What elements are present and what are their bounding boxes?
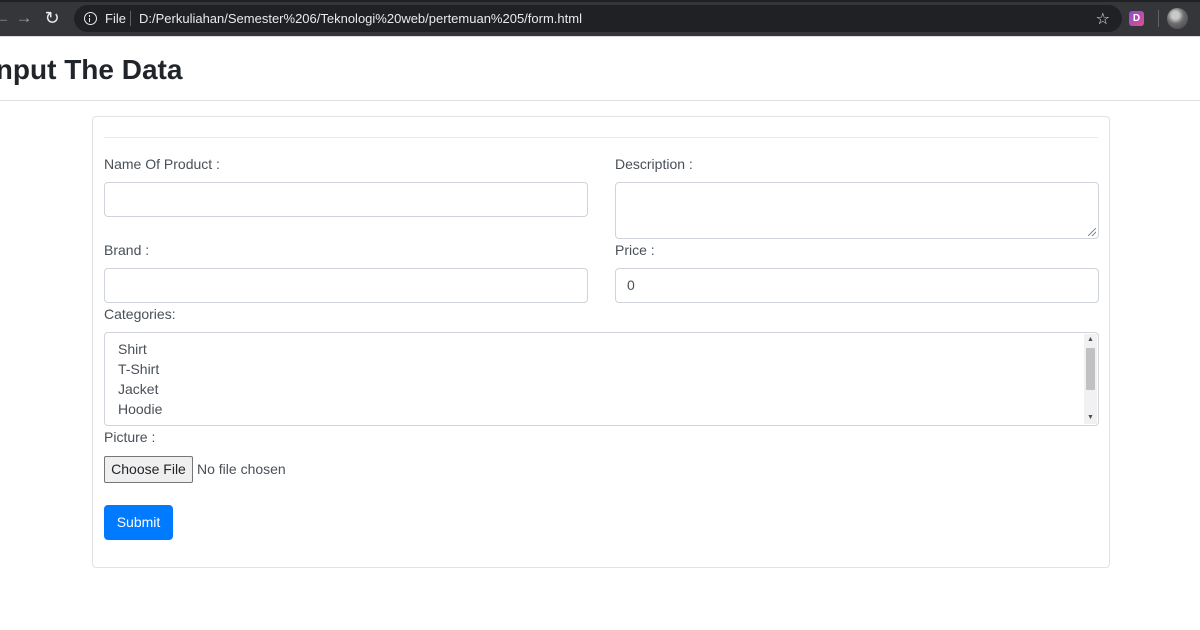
forward-button[interactable]: → — [14, 8, 34, 28]
category-option-shirt[interactable]: Shirt — [118, 341, 147, 357]
address-bar[interactable]: File D:/Perkuliahan/Semester%206/Teknolo… — [74, 5, 1122, 32]
scroll-up-icon[interactable]: ▲ — [1084, 334, 1097, 346]
file-status-text: No file chosen — [197, 461, 286, 477]
toolbar-divider — [0, 36, 1200, 37]
picture-label: Picture : — [104, 429, 156, 445]
price-label: Price : — [615, 242, 655, 258]
description-label: Description : — [615, 156, 693, 172]
browser-toolbar: ← → ↻ File D:/Perkuliahan/Semester%206/T… — [0, 0, 1200, 36]
categories-label: Categories: — [104, 306, 176, 322]
url-text[interactable]: D:/Perkuliahan/Semester%206/Teknologi%20… — [139, 11, 582, 26]
category-option-hoodie[interactable]: Hoodie — [118, 401, 162, 417]
product-form-card: Name Of Product : Description : Brand : … — [92, 116, 1110, 568]
star-icon[interactable]: ☆ — [1096, 9, 1110, 29]
resize-grip-icon[interactable] — [1088, 228, 1096, 236]
scheme-label: File — [105, 11, 126, 26]
scroll-down-icon[interactable]: ▼ — [1084, 412, 1097, 424]
toolbar-separator — [1158, 10, 1159, 27]
address-separator — [130, 11, 131, 26]
categories-select[interactable]: Shirt T-Shirt Jacket Hoodie ▲ ▼ — [104, 332, 1099, 426]
submit-button[interactable]: Submit — [104, 505, 173, 540]
scroll-thumb[interactable] — [1086, 348, 1095, 390]
name-of-product-label: Name Of Product : — [104, 156, 220, 172]
brand-label: Brand : — [104, 242, 150, 258]
card-divider — [104, 137, 1098, 138]
brand-input[interactable] — [104, 268, 588, 303]
name-of-product-input[interactable] — [104, 182, 588, 217]
profile-avatar[interactable] — [1167, 8, 1188, 29]
description-textarea[interactable] — [615, 182, 1099, 239]
tab-strip — [0, 0, 1200, 2]
title-divider — [0, 100, 1200, 101]
back-button[interactable]: ← — [0, 8, 12, 28]
info-icon[interactable] — [84, 12, 97, 25]
price-input[interactable]: 0 — [615, 268, 1099, 303]
page-title: Input The Data — [0, 54, 183, 85]
choose-file-button[interactable]: Choose File — [104, 456, 193, 483]
reload-button[interactable]: ↻ — [42, 8, 62, 28]
category-option-jacket[interactable]: Jacket — [118, 381, 158, 397]
extension-icon[interactable]: D — [1129, 11, 1144, 26]
category-option-t-shirt[interactable]: T-Shirt — [118, 361, 159, 377]
categories-scrollbar[interactable]: ▲ ▼ — [1084, 334, 1097, 424]
